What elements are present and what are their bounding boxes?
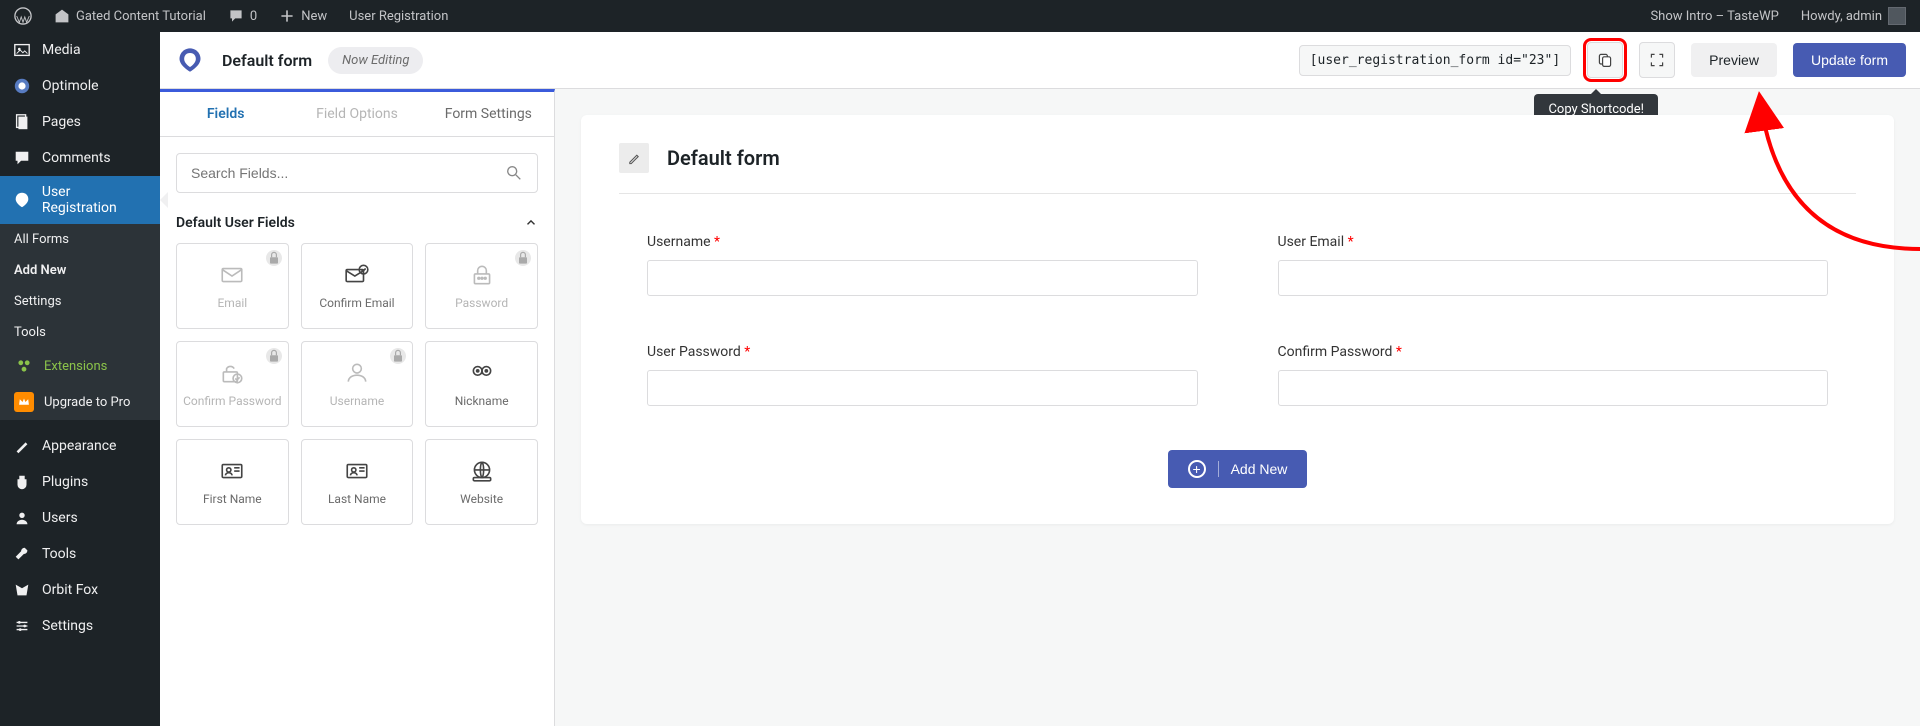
crown-icon bbox=[14, 392, 34, 412]
sidebar-item-appearance[interactable]: Appearance bbox=[0, 428, 160, 464]
wp-logo[interactable] bbox=[8, 0, 38, 32]
canvas-form-title: Default form bbox=[667, 146, 780, 170]
fullscreen-button[interactable] bbox=[1639, 42, 1675, 78]
admin-sidebar: Media Optimole Pages Comments User Regis… bbox=[0, 32, 160, 726]
sidebar-item-pages[interactable]: Pages bbox=[0, 104, 160, 140]
main-content: Default form Now Editing [user_registrat… bbox=[160, 32, 1920, 726]
fields-panel: Fields Field Options Form Settings Defau… bbox=[160, 89, 555, 726]
tab-fields[interactable]: Fields bbox=[160, 92, 291, 136]
field-card-nickname[interactable]: Nickname bbox=[425, 341, 538, 427]
show-intro-link[interactable]: Show Intro – TasteWP bbox=[1644, 0, 1784, 32]
form-title: Default form bbox=[222, 51, 312, 70]
sidebar-sub-upgrade[interactable]: Upgrade to Pro bbox=[0, 384, 160, 420]
field-card-email[interactable]: Email bbox=[176, 243, 289, 329]
field-card-password[interactable]: Password bbox=[425, 243, 538, 329]
wp-adminbar: Gated Content Tutorial 0 New User Regist… bbox=[0, 0, 1920, 32]
field-card-confirm-password[interactable]: Confirm Password bbox=[176, 341, 289, 427]
sidebar-sub-all-forms[interactable]: All Forms bbox=[0, 224, 160, 255]
idcard-icon bbox=[219, 458, 245, 484]
new-link[interactable]: New bbox=[273, 0, 333, 32]
media-icon bbox=[12, 40, 32, 60]
field-card-website[interactable]: Website bbox=[425, 439, 538, 525]
copy-shortcode-button[interactable] bbox=[1587, 42, 1623, 78]
form-preview-box: Default form Username * User Email * Use… bbox=[581, 115, 1894, 524]
field-card-confirm-email[interactable]: Confirm Email bbox=[301, 243, 414, 329]
field-user-password[interactable]: User Password * bbox=[647, 344, 1198, 406]
face-icon bbox=[469, 360, 495, 386]
field-card-username[interactable]: Username bbox=[301, 341, 414, 427]
sidebar-item-comments[interactable]: Comments bbox=[0, 140, 160, 176]
confirm-password-input[interactable] bbox=[1278, 370, 1829, 406]
sidebar-sub-settings[interactable]: Settings bbox=[0, 286, 160, 317]
mailcheck-icon bbox=[344, 262, 370, 288]
sidebar-sub-tools[interactable]: Tools bbox=[0, 317, 160, 348]
optimole-icon bbox=[12, 76, 32, 96]
person-icon bbox=[344, 360, 370, 386]
add-new-button[interactable]: + Add New bbox=[1168, 450, 1308, 488]
ur-icon bbox=[12, 190, 32, 210]
field-username[interactable]: Username * bbox=[647, 234, 1198, 296]
search-icon bbox=[505, 164, 523, 182]
sidebar-item-tools[interactable]: Tools bbox=[0, 536, 160, 572]
lockcheck-icon bbox=[219, 360, 245, 386]
status-pill: Now Editing bbox=[328, 47, 423, 74]
chevron-up-icon bbox=[524, 216, 538, 230]
field-user-email[interactable]: User Email * bbox=[1278, 234, 1829, 296]
extensions-icon bbox=[14, 356, 34, 376]
update-form-button[interactable]: Update form bbox=[1793, 43, 1906, 77]
search-fields-input[interactable] bbox=[191, 165, 505, 181]
sidebar-item-plugins[interactable]: Plugins bbox=[0, 464, 160, 500]
shortcode-display[interactable]: [user_registration_form id="23"] bbox=[1299, 45, 1571, 76]
sidebar-item-user-registration[interactable]: User Registration bbox=[0, 176, 160, 224]
edit-title-button[interactable] bbox=[619, 143, 649, 173]
comments-icon bbox=[12, 148, 32, 168]
settings-icon bbox=[12, 616, 32, 636]
plugins-icon bbox=[12, 472, 32, 492]
builder-topbar: Default form Now Editing [user_registrat… bbox=[160, 32, 1920, 89]
comments-link[interactable]: 0 bbox=[222, 0, 263, 32]
lock-icon bbox=[515, 250, 531, 266]
appearance-icon bbox=[12, 436, 32, 456]
username-input[interactable] bbox=[647, 260, 1198, 296]
lockdots-icon bbox=[469, 262, 495, 288]
field-card-first-name[interactable]: First Name bbox=[176, 439, 289, 525]
mail-icon bbox=[219, 262, 245, 288]
pages-icon bbox=[12, 112, 32, 132]
account-link[interactable]: Howdy, admin bbox=[1795, 0, 1912, 32]
sidebar-item-optimole[interactable]: Optimole bbox=[0, 68, 160, 104]
tools-icon bbox=[12, 544, 32, 564]
panel-tabs: Fields Field Options Form Settings bbox=[160, 92, 554, 137]
preview-button[interactable]: Preview bbox=[1691, 43, 1777, 77]
field-confirm-password[interactable]: Confirm Password * bbox=[1278, 344, 1829, 406]
lock-icon bbox=[390, 348, 406, 364]
lock-icon bbox=[266, 250, 282, 266]
users-icon bbox=[12, 508, 32, 528]
orbitfox-icon bbox=[12, 580, 32, 600]
lock-icon bbox=[266, 348, 282, 364]
plus-circle-icon: + bbox=[1188, 460, 1206, 478]
section-default-user-fields[interactable]: Default User Fields bbox=[160, 209, 554, 243]
sidebar-item-orbitfox[interactable]: Orbit Fox bbox=[0, 572, 160, 608]
globe-icon bbox=[469, 458, 495, 484]
user-email-input[interactable] bbox=[1278, 260, 1829, 296]
sidebar-sub-add-new[interactable]: Add New bbox=[0, 255, 160, 286]
avatar-icon bbox=[1888, 7, 1906, 25]
context-link[interactable]: User Registration bbox=[343, 0, 454, 32]
user-password-input[interactable] bbox=[647, 370, 1198, 406]
sidebar-item-users[interactable]: Users bbox=[0, 500, 160, 536]
idcard-icon bbox=[344, 458, 370, 484]
tab-form-settings[interactable]: Form Settings bbox=[423, 92, 554, 136]
tab-field-options[interactable]: Field Options bbox=[291, 92, 422, 136]
search-fields-box[interactable] bbox=[176, 153, 538, 193]
sidebar-item-media[interactable]: Media bbox=[0, 32, 160, 68]
site-link[interactable]: Gated Content Tutorial bbox=[48, 0, 212, 32]
field-card-last-name[interactable]: Last Name bbox=[301, 439, 414, 525]
sidebar-item-settings[interactable]: Settings bbox=[0, 608, 160, 644]
sidebar-sub-extensions[interactable]: Extensions bbox=[0, 348, 160, 384]
form-canvas: Default form Username * User Email * Use… bbox=[555, 89, 1920, 726]
plugin-logo-icon bbox=[174, 44, 206, 76]
